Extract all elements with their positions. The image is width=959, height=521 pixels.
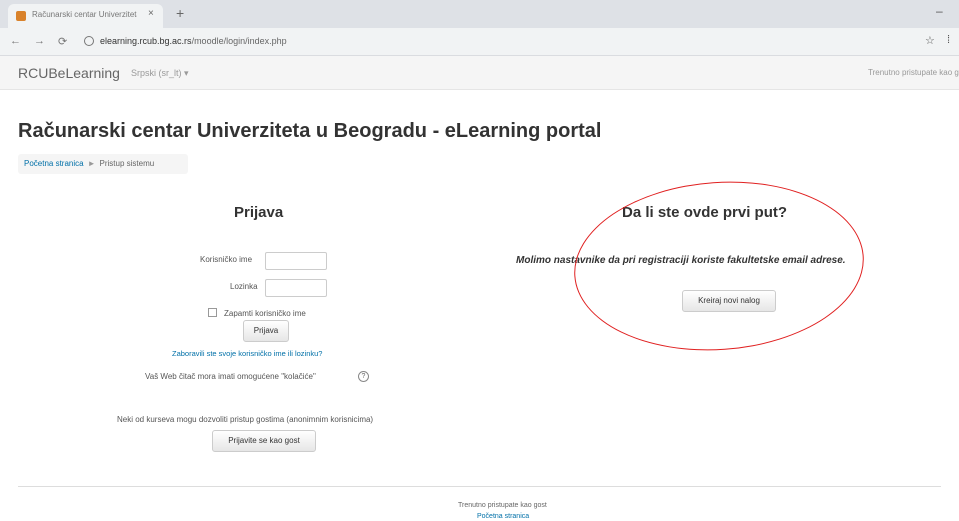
language-menu[interactable]: Srpski (sr_lt) ▾: [131, 68, 189, 79]
remember-username-label: Zapamti korisničko ime: [224, 309, 306, 318]
url-text: elearning.rcub.bg.ac.rs/moodle/login/ind…: [100, 36, 287, 46]
browser-tab[interactable]: Računarski centar Univerziteta u ... ×: [8, 4, 163, 28]
site-brand-link[interactable]: RCUBeLearning: [18, 65, 120, 81]
annotation-ellipse: [568, 172, 870, 360]
extensions-icon[interactable]: ⁞: [947, 34, 950, 46]
browser-tab-bar: Računarski centar Univerziteta u ... × +…: [0, 0, 959, 28]
username-input[interactable]: [265, 252, 327, 270]
guest-access-note: Neki od kurseva mogu dozvoliti pristup g…: [117, 415, 374, 424]
forgot-password-link[interactable]: Zaboravili ste svoje korisničko ime ili …: [172, 349, 322, 358]
footer-login-status: Trenutno pristupate kao gost: [458, 502, 547, 509]
tab-title: Računarski centar Univerziteta u ...: [32, 10, 137, 19]
reload-icon[interactable]: ⟳: [58, 35, 67, 48]
breadcrumb-home-link[interactable]: Početna stranica: [24, 159, 84, 168]
help-icon[interactable]: ?: [358, 371, 369, 382]
url-field[interactable]: elearning.rcub.bg.ac.rs/moodle/login/ind…: [84, 32, 914, 52]
login-status-text: Trenutno pristupate kao gost: [868, 68, 959, 77]
login-button[interactable]: Prijava: [243, 320, 289, 342]
new-tab-icon[interactable]: +: [176, 5, 184, 21]
breadcrumb-separator-icon: ►: [87, 159, 96, 168]
password-input[interactable]: [265, 279, 327, 297]
forward-arrow-icon[interactable]: →: [34, 35, 45, 47]
signup-heading: Da li ste ovde prvi put?: [622, 204, 788, 221]
signup-instructions: Molimo nastavnike da pri registraciji ko…: [516, 255, 846, 266]
page-title: Računarski centar Univerziteta u Beograd…: [18, 120, 602, 142]
back-arrow-icon[interactable]: ←: [10, 35, 21, 47]
password-label: Lozinka: [230, 282, 258, 291]
site-favicon-icon: [16, 11, 26, 21]
cookies-note: Vaš Web čitač mora imati omogućene "kola…: [145, 372, 316, 381]
browser-address-bar: ← → ⟳ elearning.rcub.bg.ac.rs/moodle/log…: [0, 28, 959, 56]
url-path: /moodle/login/index.php: [191, 36, 287, 46]
breadcrumb-current: Pristup sistemu: [99, 159, 155, 168]
guest-login-button[interactable]: Prijavite se kao gost: [212, 430, 316, 452]
site-info-icon[interactable]: [84, 36, 94, 46]
create-account-button[interactable]: Kreiraj novi nalog: [682, 290, 776, 312]
footer-home-link[interactable]: Početna stranica: [477, 513, 529, 520]
url-host: elearning.rcub.bg.ac.rs: [100, 36, 192, 46]
site-navbar: RCUBeLearning Srpski (sr_lt) ▾ Trenutno …: [0, 56, 959, 90]
bookmark-star-icon[interactable]: ☆: [925, 34, 935, 47]
minimize-window-icon[interactable]: –: [936, 4, 943, 18]
username-label: Korisničko ime: [200, 255, 253, 264]
footer-divider: [18, 486, 941, 487]
breadcrumb: Početna stranica ► Pristup sistemu: [18, 154, 188, 174]
remember-username-checkbox[interactable]: [208, 308, 217, 317]
tab-close-icon[interactable]: ×: [148, 8, 154, 19]
login-heading: Prijava: [234, 204, 284, 221]
